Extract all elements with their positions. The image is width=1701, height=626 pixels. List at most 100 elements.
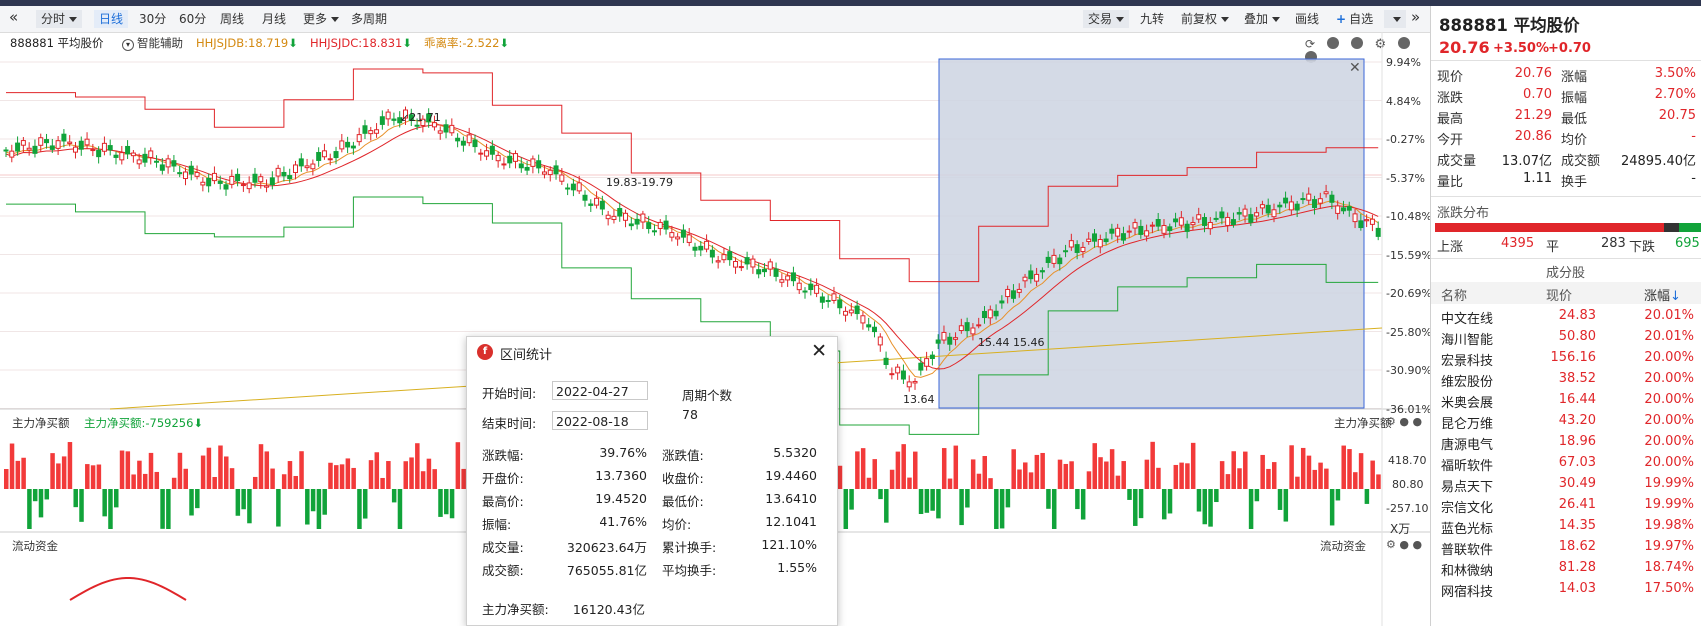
quote-label: 最高 xyxy=(1437,112,1464,127)
list-item[interactable]: 和林微纳 81.28 18.74% xyxy=(1431,557,1701,579)
flow-bar xyxy=(1295,476,1300,489)
list-item[interactable]: 福昕软件 67.03 20.00% xyxy=(1431,452,1701,474)
help-icon[interactable]: ● xyxy=(1399,415,1409,428)
tab-60min[interactable]: 60分 xyxy=(174,10,211,28)
app-logo-icon: f xyxy=(477,344,493,360)
flow-bar xyxy=(27,489,32,529)
list-item[interactable]: 宏景科技 156.16 20.00% xyxy=(1431,347,1701,369)
candle-body xyxy=(1092,233,1098,242)
flow-bar xyxy=(276,489,281,527)
tab-daily[interactable]: 日线 xyxy=(94,10,129,28)
candle-body xyxy=(1340,207,1346,212)
candle-body xyxy=(704,240,710,250)
candle-body xyxy=(756,269,762,275)
list-item[interactable]: 普联软件 18.62 19.97% xyxy=(1431,536,1701,558)
candle-body xyxy=(657,221,663,229)
stock-price: 14.03 xyxy=(1558,581,1596,596)
flow-bar xyxy=(148,452,154,489)
tab-intraday[interactable]: 分时 xyxy=(36,10,83,28)
tab-weekly[interactable]: 周线 xyxy=(215,10,249,28)
candle-body xyxy=(1178,217,1184,226)
header-name[interactable]: 名称 xyxy=(1441,285,1467,304)
draw-line-button[interactable]: 画线 xyxy=(1290,10,1324,28)
candle-body xyxy=(1190,222,1196,226)
jiuzhuan-button[interactable]: 九转 xyxy=(1135,10,1169,28)
list-item[interactable]: 中文在线 24.83 20.01% xyxy=(1431,305,1701,327)
gear-icon[interactable]: ⚙ xyxy=(1386,538,1396,551)
stock-change: 19.99% xyxy=(1644,476,1694,491)
stock-name: 唐源电气 xyxy=(1441,438,1494,453)
flow-bar xyxy=(1092,443,1098,489)
flow-bar xyxy=(114,489,119,508)
stock-price: 14.35 xyxy=(1558,518,1596,533)
candle-body xyxy=(1230,219,1236,225)
stat-value: 320623.64万 xyxy=(566,540,647,555)
candle-body xyxy=(449,124,455,134)
overlay-button[interactable]: 叠加 xyxy=(1239,10,1285,28)
selection-close-icon[interactable]: ✕ xyxy=(1349,60,1361,76)
candle-body xyxy=(906,381,912,388)
flow-bar xyxy=(1271,462,1277,489)
start-time-input[interactable]: 2022-04-27 xyxy=(552,381,648,400)
header-price[interactable]: 现价 xyxy=(1546,285,1572,304)
stock-name: 海川智能 xyxy=(1441,333,1494,348)
flow-bar xyxy=(1254,489,1260,502)
quote-row: 现价 20.76 涨幅 3.50% xyxy=(1431,63,1701,85)
down-arrow-icon: ⬇ xyxy=(193,416,204,430)
double-chevron-right-icon[interactable]: » xyxy=(1406,8,1425,26)
tab-multi-period[interactable]: 多周期 xyxy=(346,10,392,28)
flow-bar xyxy=(374,452,380,489)
flow-bar xyxy=(171,477,177,489)
candle-body xyxy=(159,164,165,171)
interval-stats-dialog: f 区间统计 ✕ 开始时间: 2022-04-27 结束时间: 2022-08-… xyxy=(466,336,838,626)
candle-body xyxy=(1074,244,1080,253)
adjust-button[interactable]: 前复权 xyxy=(1176,10,1234,28)
list-item[interactable]: 海川智能 50.80 20.01% xyxy=(1431,326,1701,348)
list-item[interactable]: 网宿科技 14.03 17.50% xyxy=(1431,578,1701,600)
list-item[interactable]: 易点天下 30.49 19.99% xyxy=(1431,473,1701,495)
tab-more[interactable]: 更多 xyxy=(298,10,344,28)
flow-bar xyxy=(872,459,877,489)
list-item[interactable]: 宗信文化 26.41 19.99% xyxy=(1431,494,1701,516)
gear-icon[interactable]: ⚙ xyxy=(1386,415,1396,428)
list-item[interactable]: 蓝色光标 14.35 19.98% xyxy=(1431,515,1701,537)
candle-body xyxy=(524,166,530,171)
interval-selection[interactable] xyxy=(938,58,1365,409)
stock-name: 中文在线 xyxy=(1441,312,1494,327)
candle-body xyxy=(125,145,131,155)
stat-value: 41.76% xyxy=(599,514,647,529)
list-item[interactable]: 维宏股份 38.52 20.00% xyxy=(1431,368,1701,390)
watchlist-button[interactable]: + 自选 xyxy=(1331,10,1378,28)
close-icon[interactable]: ● xyxy=(1412,538,1422,551)
candle-body xyxy=(507,155,513,164)
candle-body xyxy=(72,146,78,153)
tab-30min[interactable]: 30分 xyxy=(134,10,171,28)
header-change[interactable]: 涨幅↓ xyxy=(1644,285,1681,304)
flow-bar xyxy=(1138,489,1144,519)
flow-bar xyxy=(38,489,44,518)
candle-body xyxy=(1364,219,1370,222)
help-icon[interactable]: ● xyxy=(1399,538,1409,551)
candle-body xyxy=(1161,225,1167,234)
watchlist-dropdown[interactable] xyxy=(1384,10,1406,28)
tab-monthly[interactable]: 月线 xyxy=(257,10,291,28)
list-item[interactable]: 米奥会展 16.44 20.00% xyxy=(1431,389,1701,411)
flow-bar xyxy=(1300,447,1306,489)
list-item[interactable]: 唐源电气 18.96 20.00% xyxy=(1431,431,1701,453)
flow-bar xyxy=(1341,445,1346,489)
quote-label: 振幅 xyxy=(1561,91,1588,106)
end-time-input[interactable]: 2022-08-18 xyxy=(552,411,648,430)
candle-body xyxy=(113,154,119,158)
candle-body xyxy=(217,180,223,184)
list-item[interactable]: 昆仑万维 43.20 20.00% xyxy=(1431,410,1701,432)
trade-button[interactable]: 交易 xyxy=(1083,10,1130,28)
double-chevron-left-icon[interactable]: « xyxy=(4,8,23,26)
candle-body xyxy=(165,158,171,168)
candle-body xyxy=(1045,256,1051,263)
close-icon[interactable]: ● xyxy=(1412,415,1422,428)
candle-body xyxy=(26,147,32,151)
flow-bar xyxy=(444,489,449,515)
candle-body xyxy=(1288,201,1294,211)
stat-value: 1.55% xyxy=(777,560,817,575)
close-icon[interactable]: ✕ xyxy=(811,340,827,362)
